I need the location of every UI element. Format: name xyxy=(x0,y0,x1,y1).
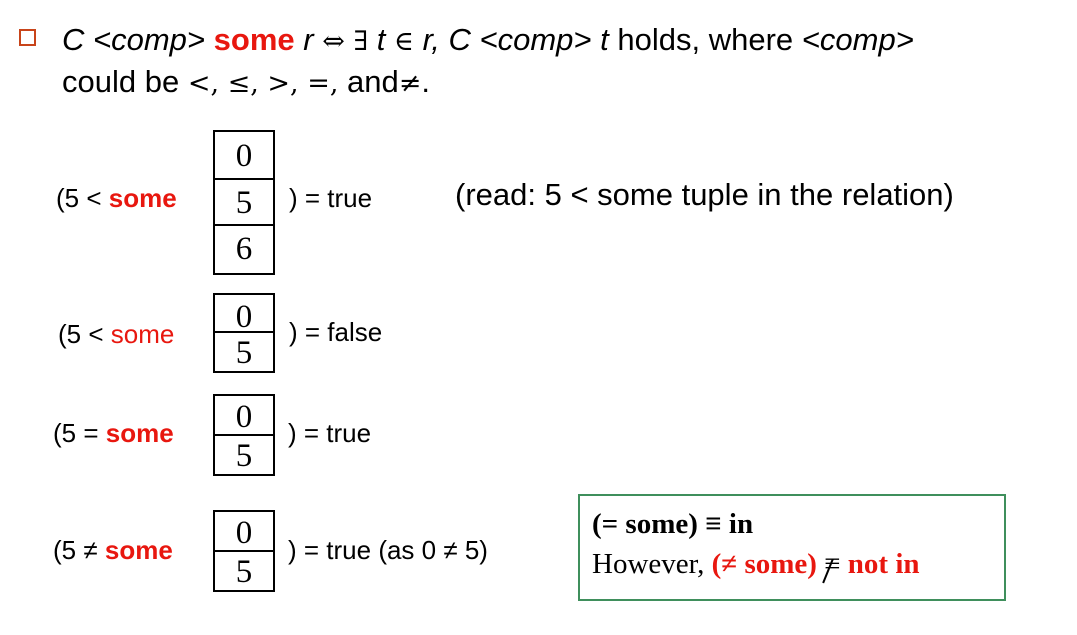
relation-cell: 0 xyxy=(235,299,253,335)
comp-placeholder: <comp> xyxy=(93,22,206,57)
relation-symbol-2: r, xyxy=(422,22,440,57)
tuple-symbol: t xyxy=(376,22,386,57)
relation-cell: 0 xyxy=(235,138,253,174)
some-label: some xyxy=(105,418,174,448)
cell-divider xyxy=(215,434,273,436)
expression-row-2: (5 < some xyxy=(58,319,174,350)
tuple-symbol-2: t xyxy=(600,22,609,57)
expression-prefix: (5 < xyxy=(56,183,102,213)
definition-line-1: C <comp> some r ⇔ ∃ t ∈ r, C <comp> t ho… xyxy=(62,22,914,58)
relation-cell: 5 xyxy=(235,438,253,474)
some-label: some xyxy=(108,183,177,213)
comp-placeholder-2: <comp> xyxy=(479,22,592,57)
relation-cell: 5 xyxy=(235,335,253,371)
not-equal-symbol: ≠ xyxy=(398,68,422,99)
expression-row-1: (5 < some xyxy=(56,183,177,214)
period: . xyxy=(421,64,431,99)
could-be-text: could be xyxy=(62,64,180,99)
relation-table-1: 0 5 6 xyxy=(213,130,275,275)
expression-result-3: ) = true xyxy=(288,418,372,448)
bullet-square-icon xyxy=(19,29,36,46)
relation-cell: 0 xyxy=(235,399,253,435)
relation-table-2: 0 5 xyxy=(213,293,275,373)
relation-cell: 0 xyxy=(235,515,253,551)
expression-prefix: (5 < xyxy=(58,319,104,349)
relation-symbol: r xyxy=(303,22,314,57)
read-note: (read: 5 < some tuple in the relation) xyxy=(455,177,954,212)
some-label: some xyxy=(110,319,175,349)
relation-table-3: 0 5 xyxy=(213,394,275,476)
expression-result-4: ) = true (as 0 ≠ 5) xyxy=(288,535,488,565)
not-equal-some-text: (≠ some) xyxy=(711,548,817,580)
expression-row-4: (5 ≠ some xyxy=(53,535,173,566)
some-label: some xyxy=(104,535,173,565)
cell-divider xyxy=(215,224,273,226)
relation-table-4: 0 5 xyxy=(213,510,275,592)
some-keyword: some xyxy=(213,22,295,57)
c-symbol: C xyxy=(62,22,85,57)
comp-placeholder-3: <comp> xyxy=(801,22,914,57)
definition-line-2: could be <, ≤, >, =, and≠. xyxy=(62,64,430,100)
expression-result-1: ) = true xyxy=(289,183,373,213)
not-in-text: not in xyxy=(847,548,920,580)
relation-cell: 5 xyxy=(235,185,253,221)
cell-divider xyxy=(215,178,273,180)
expression-row-3: (5 = some xyxy=(53,418,174,449)
operators-list: <, ≤, >, =, xyxy=(187,68,339,99)
equivalence-note-box: (= some) ≡ in However, (≠ some) ≡ not in xyxy=(578,494,1006,601)
holds-text: holds, where xyxy=(617,22,794,57)
exists-symbol: ∃ xyxy=(353,26,369,57)
however-line: However, (≠ some) ≡ not in xyxy=(592,548,920,584)
cell-divider xyxy=(215,331,273,333)
element-of-symbol: ∈ xyxy=(394,26,414,57)
relation-cell: 6 xyxy=(235,231,253,267)
equivalence-line: (= some) ≡ in xyxy=(592,508,754,540)
expression-prefix: (5 ≠ xyxy=(53,535,98,565)
relation-cell: 5 xyxy=(235,554,253,590)
cell-divider xyxy=(215,550,273,552)
c-symbol-2: C xyxy=(448,22,471,57)
and-text: and xyxy=(347,64,399,99)
iff-symbol: ⇔ xyxy=(322,26,345,57)
not-equivalent-symbol: ≡ xyxy=(822,548,841,584)
expression-prefix: (5 = xyxy=(53,418,99,448)
however-text: However, xyxy=(592,548,705,580)
expression-result-2: ) = false xyxy=(289,317,383,347)
